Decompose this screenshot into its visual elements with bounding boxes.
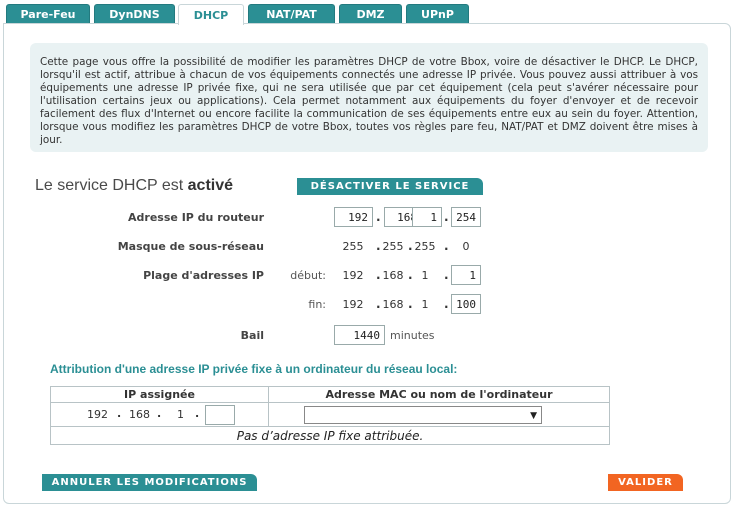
range-end-octet-2: 168 — [382, 298, 404, 311]
dot-separator: . — [157, 407, 162, 420]
chevron-down-icon: ▼ — [530, 411, 537, 421]
range-end-label: fin: — [308, 298, 326, 311]
dot-separator: . — [444, 297, 449, 311]
info-text: Cette page vous offre la possibilité de … — [40, 56, 698, 146]
range-start-octet-2: 168 — [382, 269, 404, 282]
router-ip-label: Adresse IP du routeur — [128, 211, 264, 224]
subnet-octet-4: 0 — [462, 240, 470, 253]
info-box: Cette page vous offre la possibilité de … — [30, 43, 708, 152]
dot-separator: . — [117, 407, 122, 420]
tab-dyndns[interactable]: DynDNS — [94, 4, 175, 24]
dot-separator: . — [444, 268, 449, 282]
static-ip-table: IP assignée Adresse MAC ou nom de l'ordi… — [50, 386, 610, 445]
col-mac-header: Adresse MAC ou nom de l'ordinateur — [268, 386, 610, 403]
range-start-octet-3: 1 — [421, 269, 429, 282]
dot-separator: . — [444, 210, 449, 224]
static-ip-octet-3: 1 — [177, 408, 184, 421]
tab-pare-feu[interactable]: Pare-Feu — [6, 4, 90, 24]
subnet-octet-1: 255 — [342, 240, 364, 253]
table-row-empty: Pas d’adresse IP fixe attribuée. — [50, 426, 610, 445]
tab-nat-pat[interactable]: NAT/PAT — [248, 4, 335, 24]
router-ip-octet-4[interactable] — [451, 207, 481, 227]
dot-separator: . — [376, 210, 381, 224]
range-end-last-octet-input[interactable] — [451, 294, 481, 314]
router-ip-octet-3[interactable] — [412, 207, 442, 227]
static-ip-last-octet-input[interactable] — [205, 405, 235, 425]
table-row: 192 . 168 . 1 . ▼ — [50, 402, 610, 427]
static-ip-octet-2: 168 — [129, 408, 150, 421]
tab-dhcp[interactable]: DHCP — [178, 4, 244, 25]
range-end-octet-3: 1 — [421, 298, 429, 311]
router-ip-octet-1[interactable] — [334, 207, 373, 227]
range-start-last-octet-input[interactable] — [451, 265, 481, 285]
cancel-changes-button[interactable]: ANNULER LES MODIFICATIONS — [42, 474, 257, 491]
static-ip-section-title: Attribution d'une adresse IP privée fixe… — [50, 362, 458, 376]
empty-state-text: Pas d’adresse IP fixe attribuée. — [50, 426, 610, 445]
dot-separator: . — [195, 407, 200, 420]
service-status-title: Le service DHCP est activé — [35, 177, 233, 195]
subnet-octet-2: 255 — [382, 240, 404, 253]
static-ip-octet-1: 192 — [87, 408, 108, 421]
col-ip-header: IP assignée — [50, 386, 269, 403]
lease-input[interactable] — [334, 325, 385, 345]
subnet-mask-label: Masque de sous-réseau — [117, 240, 264, 253]
range-end-octet-1: 192 — [342, 298, 364, 311]
ip-cell: 192 . 168 . 1 . — [50, 402, 269, 427]
dhcp-panel: Cette page vous offre la possibilité de … — [3, 23, 731, 504]
mac-select[interactable]: ▼ — [304, 406, 542, 424]
range-start-octet-1: 192 — [342, 269, 364, 282]
service-status-prefix: Le service DHCP est — [35, 177, 188, 194]
mac-cell: ▼ — [268, 402, 610, 427]
ip-range-label: Plage d'adresses IP — [143, 269, 264, 282]
tab-dmz[interactable]: DMZ — [339, 4, 402, 24]
range-start-label: début: — [290, 269, 326, 282]
service-status-value: activé — [187, 177, 234, 194]
lease-label: Bail — [240, 329, 264, 342]
tab-upnp[interactable]: UPnP — [406, 4, 469, 24]
submit-button[interactable]: VALIDER — [608, 474, 683, 491]
lease-unit: minutes — [390, 329, 435, 342]
dot-separator: . — [444, 239, 449, 253]
deactivate-service-button[interactable]: DÉSACTIVER LE SERVICE — [297, 178, 483, 195]
subnet-octet-3: 255 — [414, 240, 436, 253]
table-header-row: IP assignée Adresse MAC ou nom de l'ordi… — [50, 386, 610, 403]
